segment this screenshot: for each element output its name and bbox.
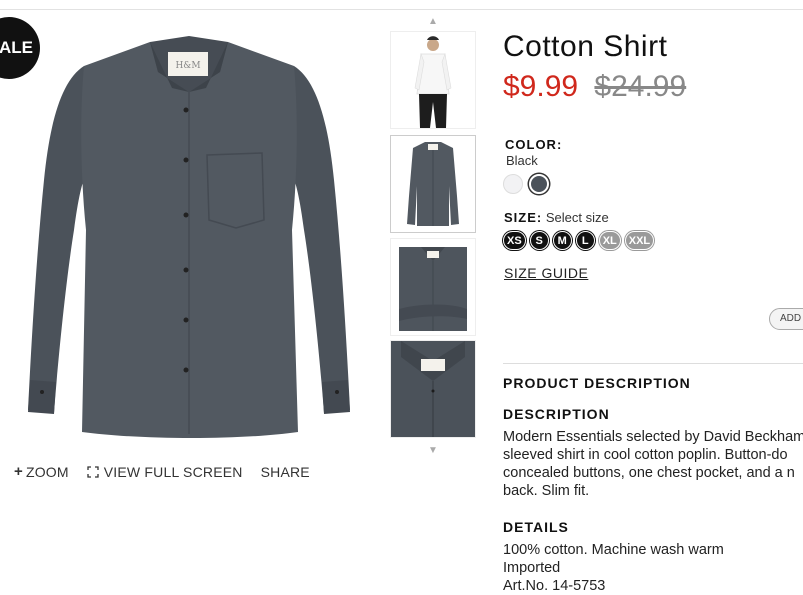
view-full-screen-button[interactable]: VIEW FULL SCREEN <box>87 464 243 480</box>
share-label: SHARE <box>260 463 310 480</box>
size-m[interactable]: M <box>552 231 572 250</box>
swatch-white[interactable] <box>503 174 523 194</box>
details-line: Art.No. 14-5753 <box>503 578 606 594</box>
size-options: XS S M L XL XXL <box>503 231 658 250</box>
add-to-bag-button[interactable]: ADD <box>769 308 803 330</box>
description-line: back. Slim fit. <box>503 483 590 499</box>
product-title: Cotton Shirt <box>503 30 668 63</box>
zoom-button[interactable]: + ZOOM <box>14 463 69 480</box>
shirt-folded-thumbnail-image <box>399 247 467 331</box>
thumbnail-folded[interactable] <box>390 238 476 336</box>
current-price: $9.99 <box>503 70 579 103</box>
section-divider <box>503 363 803 364</box>
price-row: $9.99 $24.99 <box>503 70 686 104</box>
size-l[interactable]: L <box>575 231 595 250</box>
shirt-collar-thumbnail-image <box>391 341 475 437</box>
thumbnail-model[interactable] <box>390 31 476 129</box>
size-xl: XL <box>598 231 621 250</box>
shirt-front-thumbnail-image <box>407 142 459 226</box>
svg-text:H&M: H&M <box>175 61 200 71</box>
details-line: 100% cotton. Machine wash warm <box>503 542 724 558</box>
size-label: SIZE: <box>504 210 543 225</box>
description-line: concealed buttons, one chest pocket, and… <box>503 465 795 481</box>
share-button[interactable]: SHARE <box>261 464 310 480</box>
view-full-screen-label: VIEW FULL SCREEN <box>103 463 243 480</box>
image-actions: + ZOOM VIEW FULL SCREEN SHARE <box>14 463 328 480</box>
thumbnail-collar[interactable] <box>390 340 476 438</box>
product-description-heading: PRODUCT DESCRIPTION <box>503 375 691 391</box>
thumbnails-down-icon[interactable]: ▼ <box>427 445 439 456</box>
description-heading: DESCRIPTION <box>503 406 610 422</box>
color-swatches <box>503 174 555 194</box>
sale-badge-text: ALE <box>0 38 33 57</box>
top-divider <box>0 9 803 10</box>
plus-icon: + <box>14 463 23 480</box>
details-heading: DETAILS <box>503 519 569 535</box>
description-line: sleeved shirt in cool cotton poplin. But… <box>503 447 788 463</box>
main-product-image[interactable]: H&M <box>22 30 356 442</box>
size-guide-link[interactable]: SIZE GUIDE <box>504 265 588 281</box>
model-thumbnail-image <box>414 36 452 128</box>
thumbnails-up-icon[interactable]: ▲ <box>427 16 439 27</box>
fullscreen-icon <box>87 465 99 478</box>
details-line: Imported <box>503 560 561 576</box>
size-xxl: XXL <box>624 231 655 250</box>
description-line: Modern Essentials selected by David Beck… <box>503 429 803 445</box>
swatch-dark-grey[interactable] <box>529 174 549 194</box>
zoom-label: ZOOM <box>25 463 69 480</box>
description-text: Modern Essentials selected by David Beck… <box>503 428 803 500</box>
size-row-label: SIZE: Select size <box>504 210 609 225</box>
size-xs[interactable]: XS <box>503 231 526 250</box>
thumbnail-front[interactable] <box>390 135 476 233</box>
size-hint: Select size <box>545 210 609 225</box>
size-s[interactable]: S <box>529 231 549 250</box>
color-value: Black <box>506 153 538 168</box>
color-label: COLOR: <box>505 137 563 152</box>
details-text: 100% cotton. Machine wash warm Imported … <box>503 541 724 595</box>
old-price: $24.99 <box>594 70 687 103</box>
